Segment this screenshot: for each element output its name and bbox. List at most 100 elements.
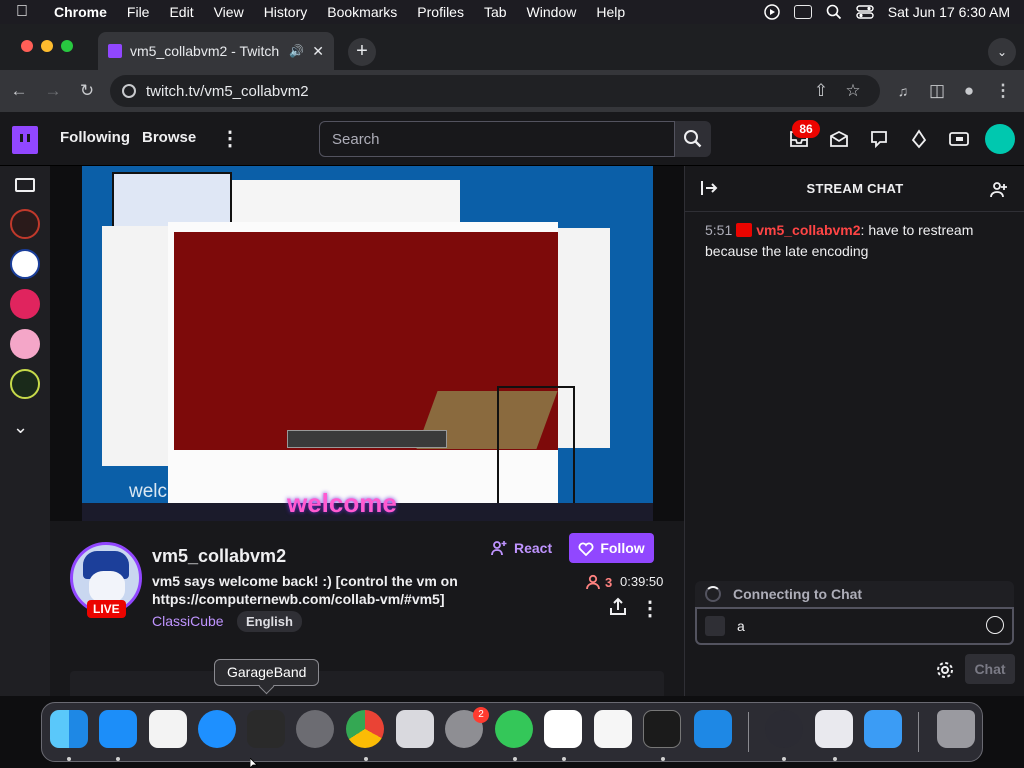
viewer-count: 3 <box>585 574 612 590</box>
chat-input-value: a <box>737 618 745 634</box>
menu-tab[interactable]: Tab <box>474 4 517 20</box>
sidebar-channel-avatar-3[interactable] <box>10 289 40 319</box>
new-tab-button[interactable]: + <box>348 38 376 66</box>
menu-window[interactable]: Window <box>517 4 587 20</box>
collapse-chat-icon[interactable] <box>700 180 720 198</box>
user-avatar[interactable] <box>985 124 1015 154</box>
menu-app-name[interactable]: Chrome <box>44 4 117 20</box>
bookmark-star-icon[interactable]: ☆ <box>840 78 866 104</box>
sidebar-channel-avatar-1[interactable] <box>10 209 40 239</box>
inbox-mail-icon[interactable] <box>828 128 850 150</box>
more-options-kebab-icon[interactable]: ⋮ <box>640 596 660 620</box>
mouse-cursor-icon <box>250 758 258 768</box>
menu-history[interactable]: History <box>254 4 318 20</box>
bits-diamond-icon[interactable] <box>908 128 930 150</box>
browser-tab-active[interactable]: vm5_collabvm2 - Twitch 🔊 ✕ <box>98 32 334 70</box>
channel-name[interactable]: vm5_collabvm2 <box>152 546 286 567</box>
chat-title: STREAM CHAT <box>806 181 904 196</box>
address-bar[interactable]: twitch.tv/vm5_collabvm2 <box>110 75 880 107</box>
turbo-ad-free-icon[interactable] <box>948 128 970 150</box>
finder-icon[interactable] <box>50 710 88 748</box>
chat-connection-status: Connecting to Chat <box>695 581 1014 607</box>
search-button[interactable] <box>675 121 711 157</box>
video-player[interactable]: welc welcome <box>82 166 653 521</box>
twitch-logo-icon[interactable] <box>12 126 38 154</box>
menu-help[interactable]: Help <box>586 4 635 20</box>
chat-send-button[interactable]: Chat <box>965 654 1015 684</box>
chat-settings-gear-icon[interactable] <box>935 660 955 680</box>
broadcaster-badge-icon[interactable] <box>736 223 753 237</box>
apple-menu-icon[interactable]:  <box>0 3 44 21</box>
menubar-clock[interactable]: Sat Jun 17 6:30 AM <box>888 4 1010 20</box>
forward-arrow-icon[interactable]: → <box>40 78 66 104</box>
follow-button[interactable]: Follow <box>569 533 654 563</box>
mail-icon[interactable] <box>864 710 902 748</box>
sidebar-channel-avatar-2[interactable] <box>10 249 40 279</box>
close-window-button[interactable] <box>21 40 33 52</box>
search-placeholder: Search <box>332 130 380 148</box>
language-tag[interactable]: English <box>237 611 302 632</box>
terminal-running-indicator <box>661 757 665 761</box>
textedit-icon[interactable] <box>149 710 187 748</box>
sidebar-channel-avatar-4[interactable] <box>10 329 40 359</box>
vscode-icon[interactable] <box>544 710 582 748</box>
launchpad-icon[interactable] <box>396 710 434 748</box>
browser-toolbar: ← → ↻ twitch.tv/vm5_collabvm2 ⇧ ☆ ♫ ◫ ● … <box>0 70 1024 112</box>
sidebar-expand-chevron-icon[interactable]: ⌄ <box>13 417 28 438</box>
settings-gear-icon[interactable] <box>296 710 334 748</box>
tab-search-chevron-icon[interactable]: ⌄ <box>988 38 1016 66</box>
nav-browse[interactable]: Browse <box>142 129 196 146</box>
menu-profiles[interactable]: Profiles <box>407 4 474 20</box>
site-info-icon[interactable] <box>122 84 136 98</box>
installer-icon[interactable] <box>815 710 853 748</box>
find-my-icon[interactable] <box>495 710 533 748</box>
chrome-menu-kebab-icon[interactable]: ⋮ <box>990 78 1016 104</box>
share-button[interactable] <box>608 597 630 619</box>
freeform-icon[interactable] <box>594 710 632 748</box>
share-page-icon[interactable]: ⇧ <box>808 78 834 104</box>
nav-more-kebab-icon[interactable]: ⋮ <box>220 126 240 151</box>
chat-message-username[interactable]: vm5_collabvm2 <box>756 222 860 238</box>
profile-icon[interactable]: ● <box>956 78 982 104</box>
trash-icon[interactable] <box>937 710 975 748</box>
garageband-icon[interactable] <box>247 710 285 748</box>
side-panel-icon[interactable]: ◫ <box>924 78 950 104</box>
reload-icon[interactable]: ↻ <box>74 78 100 104</box>
tab-audio-icon[interactable]: 🔊 <box>289 44 304 58</box>
sidebar-channel-avatar-5[interactable] <box>10 369 40 399</box>
media-controls-icon[interactable]: ♫ <box>890 78 916 104</box>
app-store-running-indicator <box>116 757 120 761</box>
followed-channels-camera-icon[interactable] <box>15 178 35 192</box>
menu-file[interactable]: File <box>117 4 160 20</box>
chat-input[interactable]: a <box>695 607 1014 645</box>
chrome-icon[interactable] <box>346 710 384 748</box>
minimize-window-button[interactable] <box>41 40 53 52</box>
whispers-icon[interactable] <box>868 128 890 150</box>
tab-title: vm5_collabvm2 - Twitch <box>130 43 280 59</box>
media-play-icon[interactable] <box>764 4 780 20</box>
menu-edit[interactable]: Edit <box>159 4 203 20</box>
control-center-icon[interactable] <box>856 5 874 19</box>
follow-label: Follow <box>600 540 645 556</box>
bits-cheer-icon[interactable] <box>705 616 725 636</box>
search-input[interactable]: Search <box>319 121 675 157</box>
tab-close-icon[interactable]: ✕ <box>312 43 324 60</box>
community-users-icon[interactable] <box>990 180 1010 200</box>
app-store-icon[interactable] <box>99 710 137 748</box>
category-link[interactable]: ClassiCube <box>152 613 224 629</box>
maximize-window-button[interactable] <box>61 40 73 52</box>
menu-bookmarks[interactable]: Bookmarks <box>317 4 407 20</box>
address-bar-url: twitch.tv/vm5_collabvm2 <box>146 82 309 100</box>
back-arrow-icon[interactable]: ← <box>6 78 32 104</box>
emote-picker-smiley-icon[interactable] <box>986 616 1004 634</box>
screen-mirroring-icon[interactable] <box>793 5 812 19</box>
obs-icon[interactable] <box>765 710 803 748</box>
safari-icon[interactable] <box>198 710 236 748</box>
terminal-icon[interactable] <box>643 710 681 748</box>
screen-sharing-icon[interactable] <box>694 710 732 748</box>
react-button[interactable]: React <box>484 533 558 563</box>
menu-view[interactable]: View <box>204 4 254 20</box>
viewer-person-icon <box>586 574 600 590</box>
nav-following[interactable]: Following <box>60 129 130 146</box>
spotlight-search-icon[interactable] <box>826 4 842 20</box>
